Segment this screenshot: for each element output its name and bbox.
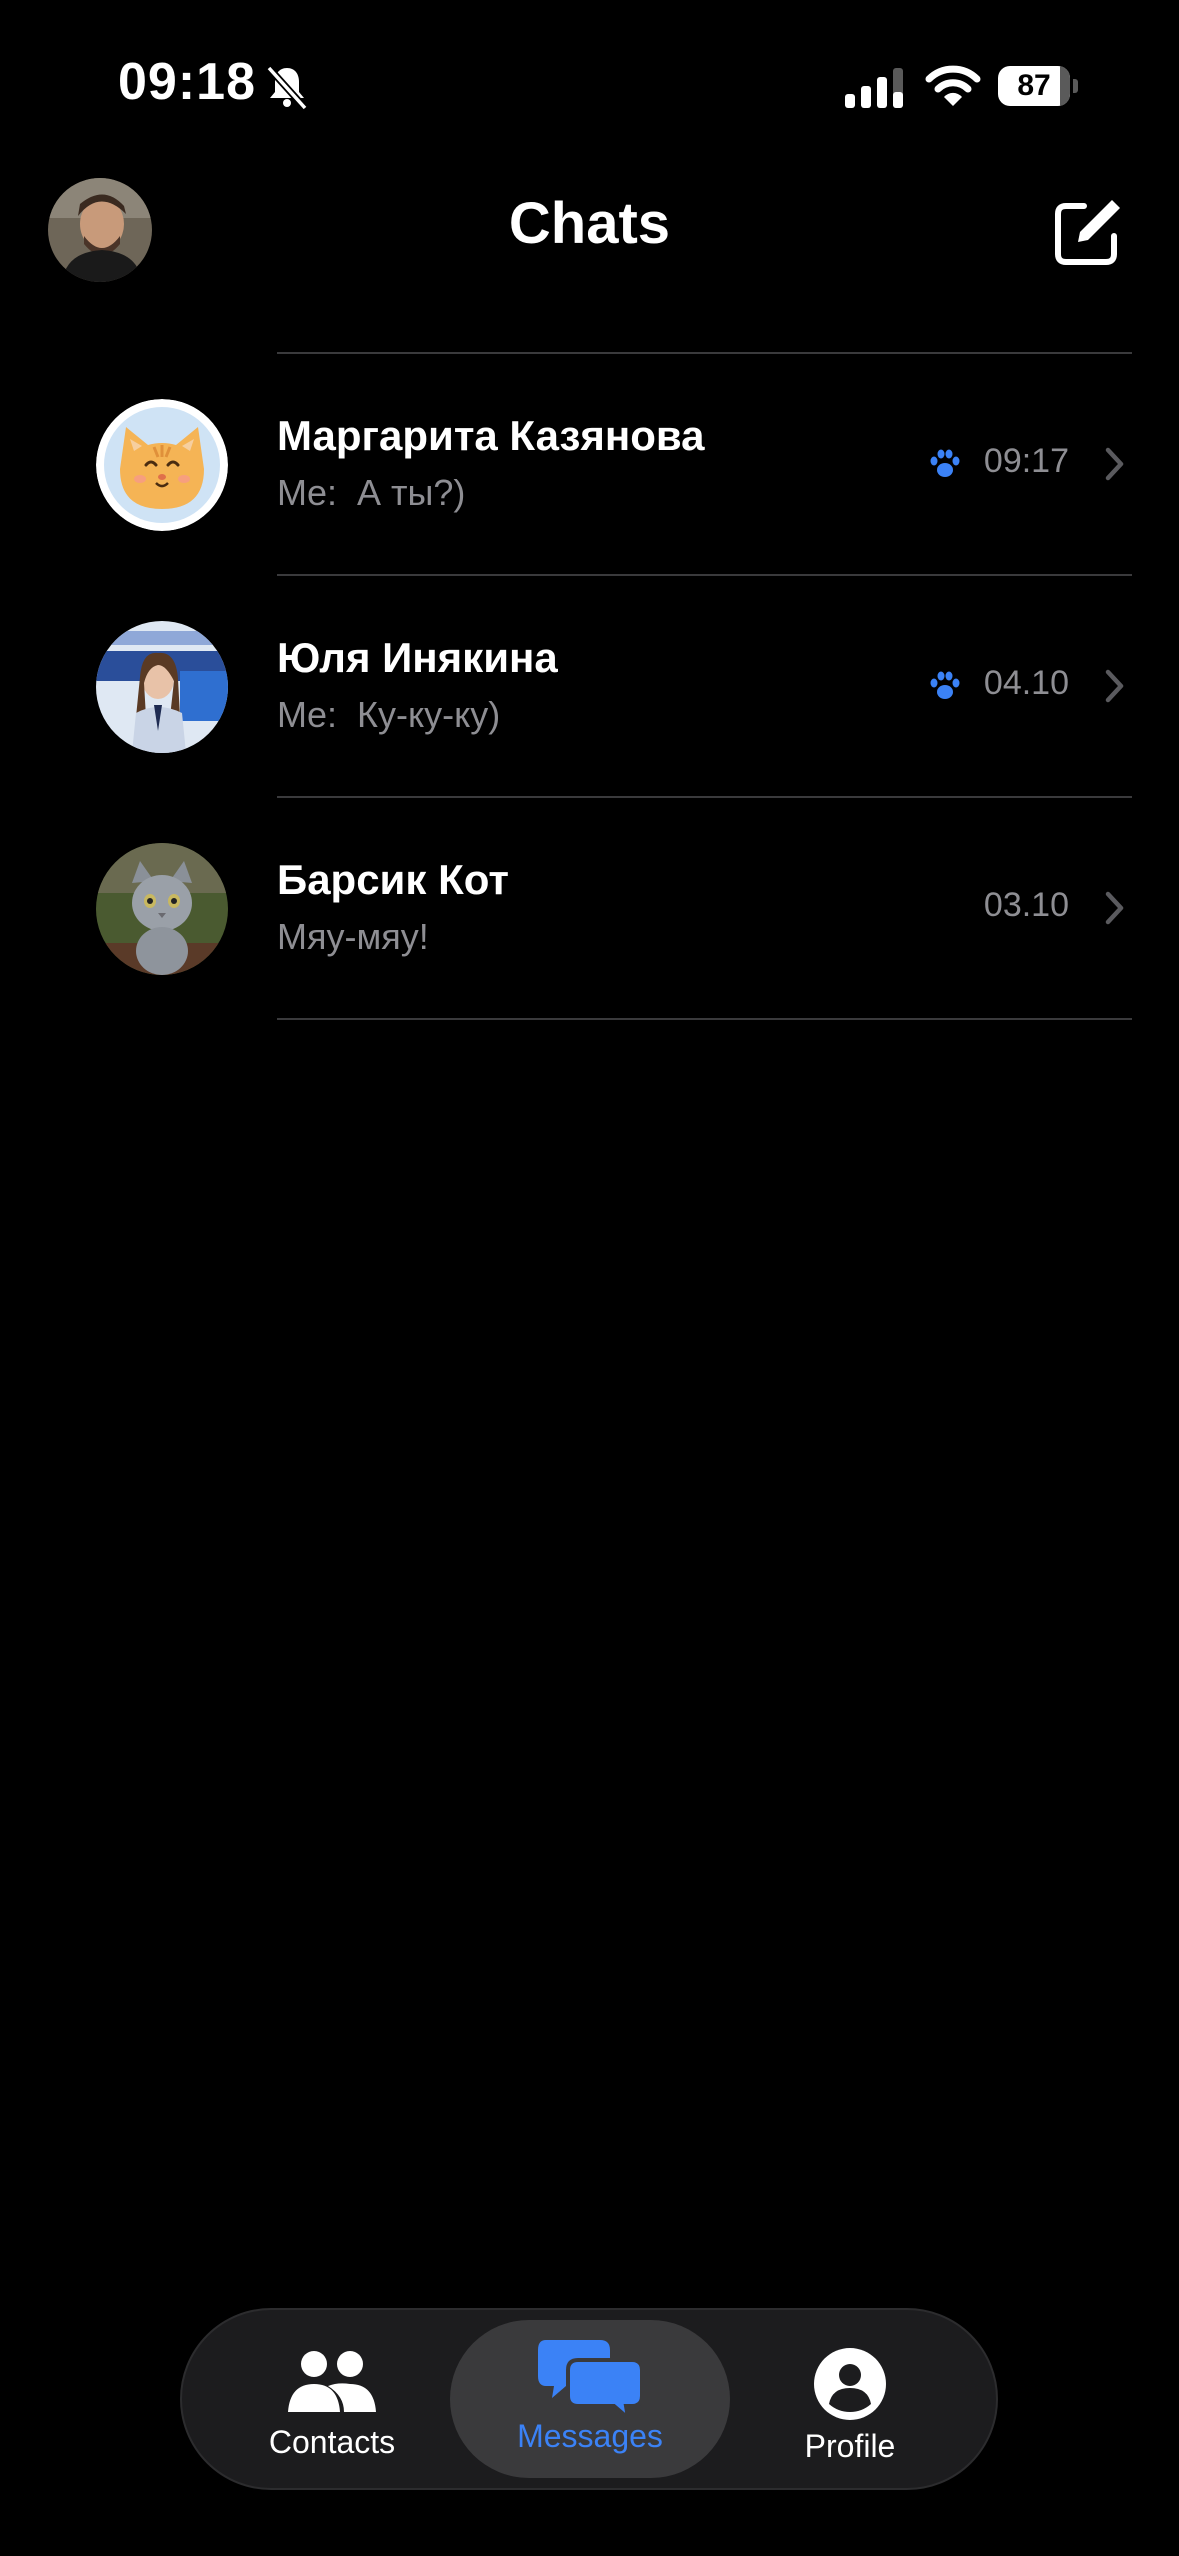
chat-time: 04.10: [983, 664, 1069, 702]
bell-muted-icon: [266, 65, 308, 111]
chat-preview: Me: Ку-ку-ку): [277, 694, 500, 736]
chevron-right-icon: [1105, 669, 1124, 703]
chat-name: Маргарита Казянова: [277, 412, 705, 459]
chat-row[interactable]: Маргарита Казянова Me: А ты?) 09:17: [0, 354, 1179, 574]
chat-name: Юля Инякина: [277, 634, 558, 681]
tab-label: Profile: [804, 2428, 896, 2464]
paw-icon: [930, 671, 960, 699]
wifi-icon: [925, 65, 981, 106]
chat-sender: Me:: [277, 694, 338, 735]
chat-message: А ты?): [357, 472, 466, 513]
paw-icon: [930, 449, 960, 477]
chevron-right-icon: [1105, 447, 1124, 481]
compose-button[interactable]: [1050, 196, 1124, 270]
girl-photo-avatar: [96, 621, 228, 753]
chat-time: 03.10: [983, 886, 1069, 924]
grey-kitten-avatar: [96, 843, 228, 975]
messages-icon: [538, 2340, 642, 2418]
tab-label: Contacts: [268, 2424, 396, 2460]
chat-sender: Me:: [277, 472, 338, 513]
chat-preview: Me: А ты?): [277, 472, 465, 514]
tab-messages[interactable]: Messages: [450, 2320, 730, 2478]
tab-contacts[interactable]: Contacts: [232, 2310, 432, 2488]
chevron-right-icon: [1105, 891, 1124, 925]
battery-level: 87: [1017, 69, 1051, 102]
status-bar: 09:18 87: [0, 0, 1179, 170]
chat-name: Барсик Кот: [277, 856, 509, 903]
chat-list: Маргарита Казянова Me: А ты?) 09:17 Юля …: [0, 352, 1179, 1020]
signal-icon: [845, 68, 903, 108]
header: Chats: [0, 170, 1179, 350]
chat-message: Мяу-мяу!: [277, 916, 429, 957]
divider: [277, 1018, 1132, 1020]
chat-message: Ку-ку-ку): [357, 694, 501, 735]
contacts-icon: [288, 2351, 376, 2412]
tab-profile[interactable]: Profile: [750, 2310, 950, 2488]
tab-bar: Contacts Messages Profile: [180, 2308, 998, 2490]
orange-cat-avatar: [96, 399, 228, 531]
profile-icon: [814, 2348, 886, 2420]
page-title: Chats: [508, 191, 671, 256]
status-time: 09:18: [118, 53, 256, 111]
chat-time: 09:17: [983, 442, 1069, 480]
chat-preview: Мяу-мяу!: [277, 916, 429, 958]
tab-label: Messages: [517, 2418, 663, 2454]
chat-row[interactable]: Барсик Кот Мяу-мяу! 03.10: [0, 798, 1179, 1018]
battery-indicator: 87: [998, 66, 1080, 108]
chat-row[interactable]: Юля Инякина Me: Ку-ку-ку) 04.10: [0, 576, 1179, 796]
